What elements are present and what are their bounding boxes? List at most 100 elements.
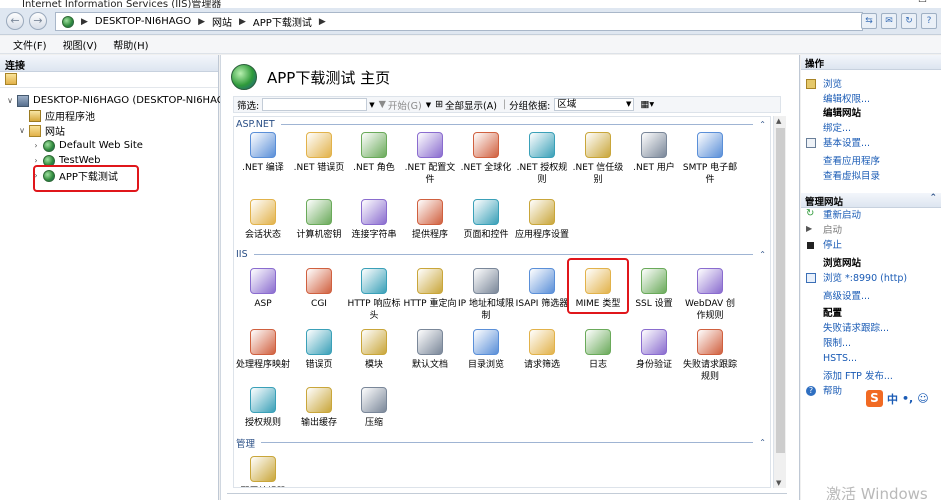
tree-item-server[interactable]: ∨ DESKTOP-NI6HAGO (DESKTOP-NI6HAGO xyxy=(5,93,232,108)
feature-tile[interactable]: .NET 信任级别 xyxy=(569,132,627,186)
feature-tile[interactable]: HTTP 重定向 xyxy=(401,268,459,310)
browse-port-link[interactable]: 浏览 *:8990 (http) xyxy=(801,271,941,286)
feature-tile[interactable]: 日志 xyxy=(569,329,627,371)
mail-icon[interactable]: ✉ xyxy=(881,13,897,29)
section-header[interactable]: ASP.NET ⌃ xyxy=(236,118,766,131)
connect-icon[interactable] xyxy=(5,73,17,85)
advanced-settings-link[interactable]: 高级设置... xyxy=(801,289,941,304)
feature-tile[interactable]: SSL 设置 xyxy=(625,268,683,310)
stop-link[interactable]: 停止 xyxy=(801,238,941,253)
help-icon[interactable]: ? xyxy=(921,13,937,29)
feature-icon xyxy=(250,456,276,482)
menu-file[interactable]: 文件(F) xyxy=(13,37,47,52)
feature-tile[interactable]: 失败请求跟踪规则 xyxy=(681,329,739,383)
feature-tile[interactable]: .NET 编译 xyxy=(234,132,292,174)
feature-tile[interactable]: 授权规则 xyxy=(234,387,292,429)
feature-tile[interactable]: 页面和控件 xyxy=(457,199,515,241)
maximize-icon[interactable]: ☐ xyxy=(918,0,927,5)
collapse-icon[interactable]: ⌃ xyxy=(759,120,766,129)
expand-icon[interactable]: ∨ xyxy=(5,96,15,105)
restart-link[interactable]: ↻ 重新启动 xyxy=(801,208,941,223)
feature-tile[interactable]: 连接字符串 xyxy=(345,199,403,241)
menu-view[interactable]: 视图(V) xyxy=(63,37,98,52)
view-apps-link[interactable]: 查看应用程序 xyxy=(801,154,941,169)
feature-tile[interactable]: SMTP 电子邮件 xyxy=(681,132,739,186)
breadcrumb-server[interactable]: DESKTOP-NI6HAGO xyxy=(95,16,191,27)
collapse-icon[interactable]: ⌃ xyxy=(929,193,937,203)
minimize-icon[interactable]: — xyxy=(893,0,903,5)
feature-tile[interactable]: 模块 xyxy=(345,329,403,371)
feature-tile[interactable]: 目录浏览 xyxy=(457,329,515,371)
feature-tile[interactable]: .NET 角色 xyxy=(345,132,403,174)
tree-item-app-pools[interactable]: 应用程序池 xyxy=(17,108,95,123)
feature-tile[interactable]: WebDAV 创作规则 xyxy=(681,268,739,322)
collapse-icon[interactable]: ⌃ xyxy=(759,438,766,447)
feature-tile[interactable]: ASP xyxy=(234,268,292,310)
feature-tile[interactable]: 会话状态 xyxy=(234,199,292,241)
expand-icon[interactable]: › xyxy=(31,141,41,150)
vertical-scrollbar[interactable]: ▲ ▼ xyxy=(773,116,786,488)
feature-tile[interactable]: 压缩 xyxy=(345,387,403,429)
section-header[interactable]: IIS ⌃ xyxy=(236,248,766,261)
feature-tile[interactable]: 处理程序映射 xyxy=(234,329,292,371)
feature-tile[interactable]: 配置编辑器 xyxy=(234,456,292,487)
back-button[interactable]: ← xyxy=(6,12,24,30)
collapse-icon[interactable]: ⌃ xyxy=(759,250,766,259)
refresh-icon[interactable]: ↻ xyxy=(901,13,917,29)
feature-tile[interactable]: 应用程序设置 xyxy=(513,199,571,241)
expand-icon[interactable]: › xyxy=(31,156,41,165)
feature-tile[interactable]: .NET 错误页 xyxy=(290,132,348,174)
feature-tile[interactable]: HTTP 响应标头 xyxy=(345,268,403,322)
start-link[interactable]: ▶ 启动 xyxy=(801,223,941,238)
feature-tile[interactable]: CGI xyxy=(290,268,348,310)
breadcrumb-sites[interactable]: 网站 xyxy=(212,14,232,29)
add-ftp-link[interactable]: 添加 FTP 发布... xyxy=(801,369,941,384)
start-button[interactable]: 开始(G) xyxy=(388,98,422,112)
show-all-button[interactable]: 全部显示(A) xyxy=(445,98,497,112)
feature-tile[interactable]: .NET 配置文件 xyxy=(401,132,459,186)
feature-tile[interactable]: 身份验证 xyxy=(625,329,683,371)
ime-emoji-icon[interactable]: ☺ xyxy=(917,392,928,405)
ime-punctuation[interactable]: •, xyxy=(902,392,913,405)
dropdown-icon[interactable]: ▼ xyxy=(369,101,374,109)
bindings-link[interactable]: 绑定... xyxy=(801,121,941,136)
scroll-thumb[interactable] xyxy=(776,128,785,453)
section-title: 管理 xyxy=(236,438,256,450)
edit-permissions-link[interactable]: 编辑权限... xyxy=(801,92,941,107)
feature-tile[interactable]: .NET 全球化 xyxy=(457,132,515,174)
tree-item-sites[interactable]: ∨ 网站 xyxy=(17,123,65,138)
feature-tile[interactable]: 计算机密钥 xyxy=(290,199,348,241)
view-icon[interactable]: ▦▾ xyxy=(640,99,654,110)
feature-tile[interactable]: 输出缓存 xyxy=(290,387,348,429)
browse-link[interactable]: 浏览 xyxy=(801,77,941,92)
expand-icon[interactable]: ∨ xyxy=(17,126,27,135)
feature-tile[interactable]: .NET 授权规则 xyxy=(513,132,571,186)
sogou-icon[interactable]: S xyxy=(866,390,883,407)
feature-tile[interactable]: ISAPI 筛选器 xyxy=(513,268,571,310)
group-by-select[interactable]: 区域 ▼ xyxy=(554,98,635,111)
scroll-down-icon[interactable]: ▼ xyxy=(776,479,781,487)
tree-item-default-web-site[interactable]: › Default Web Site xyxy=(31,138,143,153)
feature-tile[interactable]: .NET 用户 xyxy=(625,132,683,174)
basic-settings-link[interactable]: 基本设置... xyxy=(801,136,941,151)
dropdown-icon[interactable]: ▼ xyxy=(426,101,431,109)
filter-input[interactable] xyxy=(262,98,368,111)
menu-help[interactable]: 帮助(H) xyxy=(113,37,148,52)
feature-tile[interactable]: 请求筛选 xyxy=(513,329,571,371)
section-header[interactable]: 管理 ⌃ xyxy=(236,436,766,450)
failed-req-tracing-link[interactable]: 失败请求跟踪... xyxy=(801,321,941,336)
network-icon[interactable]: ⇆ xyxy=(861,13,877,29)
view-vdirs-link[interactable]: 查看虚拟目录 xyxy=(801,169,941,184)
forward-button[interactable]: → xyxy=(29,12,47,30)
feature-tile[interactable]: 默认文档 xyxy=(401,329,459,371)
feature-tile[interactable]: IP 地址和域限制 xyxy=(457,268,515,322)
feature-tile[interactable]: 提供程序 xyxy=(401,199,459,241)
breadcrumb-site[interactable]: APP下载测试 xyxy=(253,14,312,29)
ime-toolbar[interactable]: S 中 •, ☺ xyxy=(866,390,929,407)
scroll-up-icon[interactable]: ▲ xyxy=(776,117,781,125)
ime-chinese-mode[interactable]: 中 xyxy=(887,391,898,407)
limits-link[interactable]: 限制... xyxy=(801,336,941,351)
breadcrumb[interactable]: ▶ DESKTOP-NI6HAGO ▶ 网站 ▶ APP下载测试 ▶ xyxy=(55,12,863,31)
feature-tile[interactable]: 错误页 xyxy=(290,329,348,371)
hsts-link[interactable]: HSTS... xyxy=(801,351,941,366)
